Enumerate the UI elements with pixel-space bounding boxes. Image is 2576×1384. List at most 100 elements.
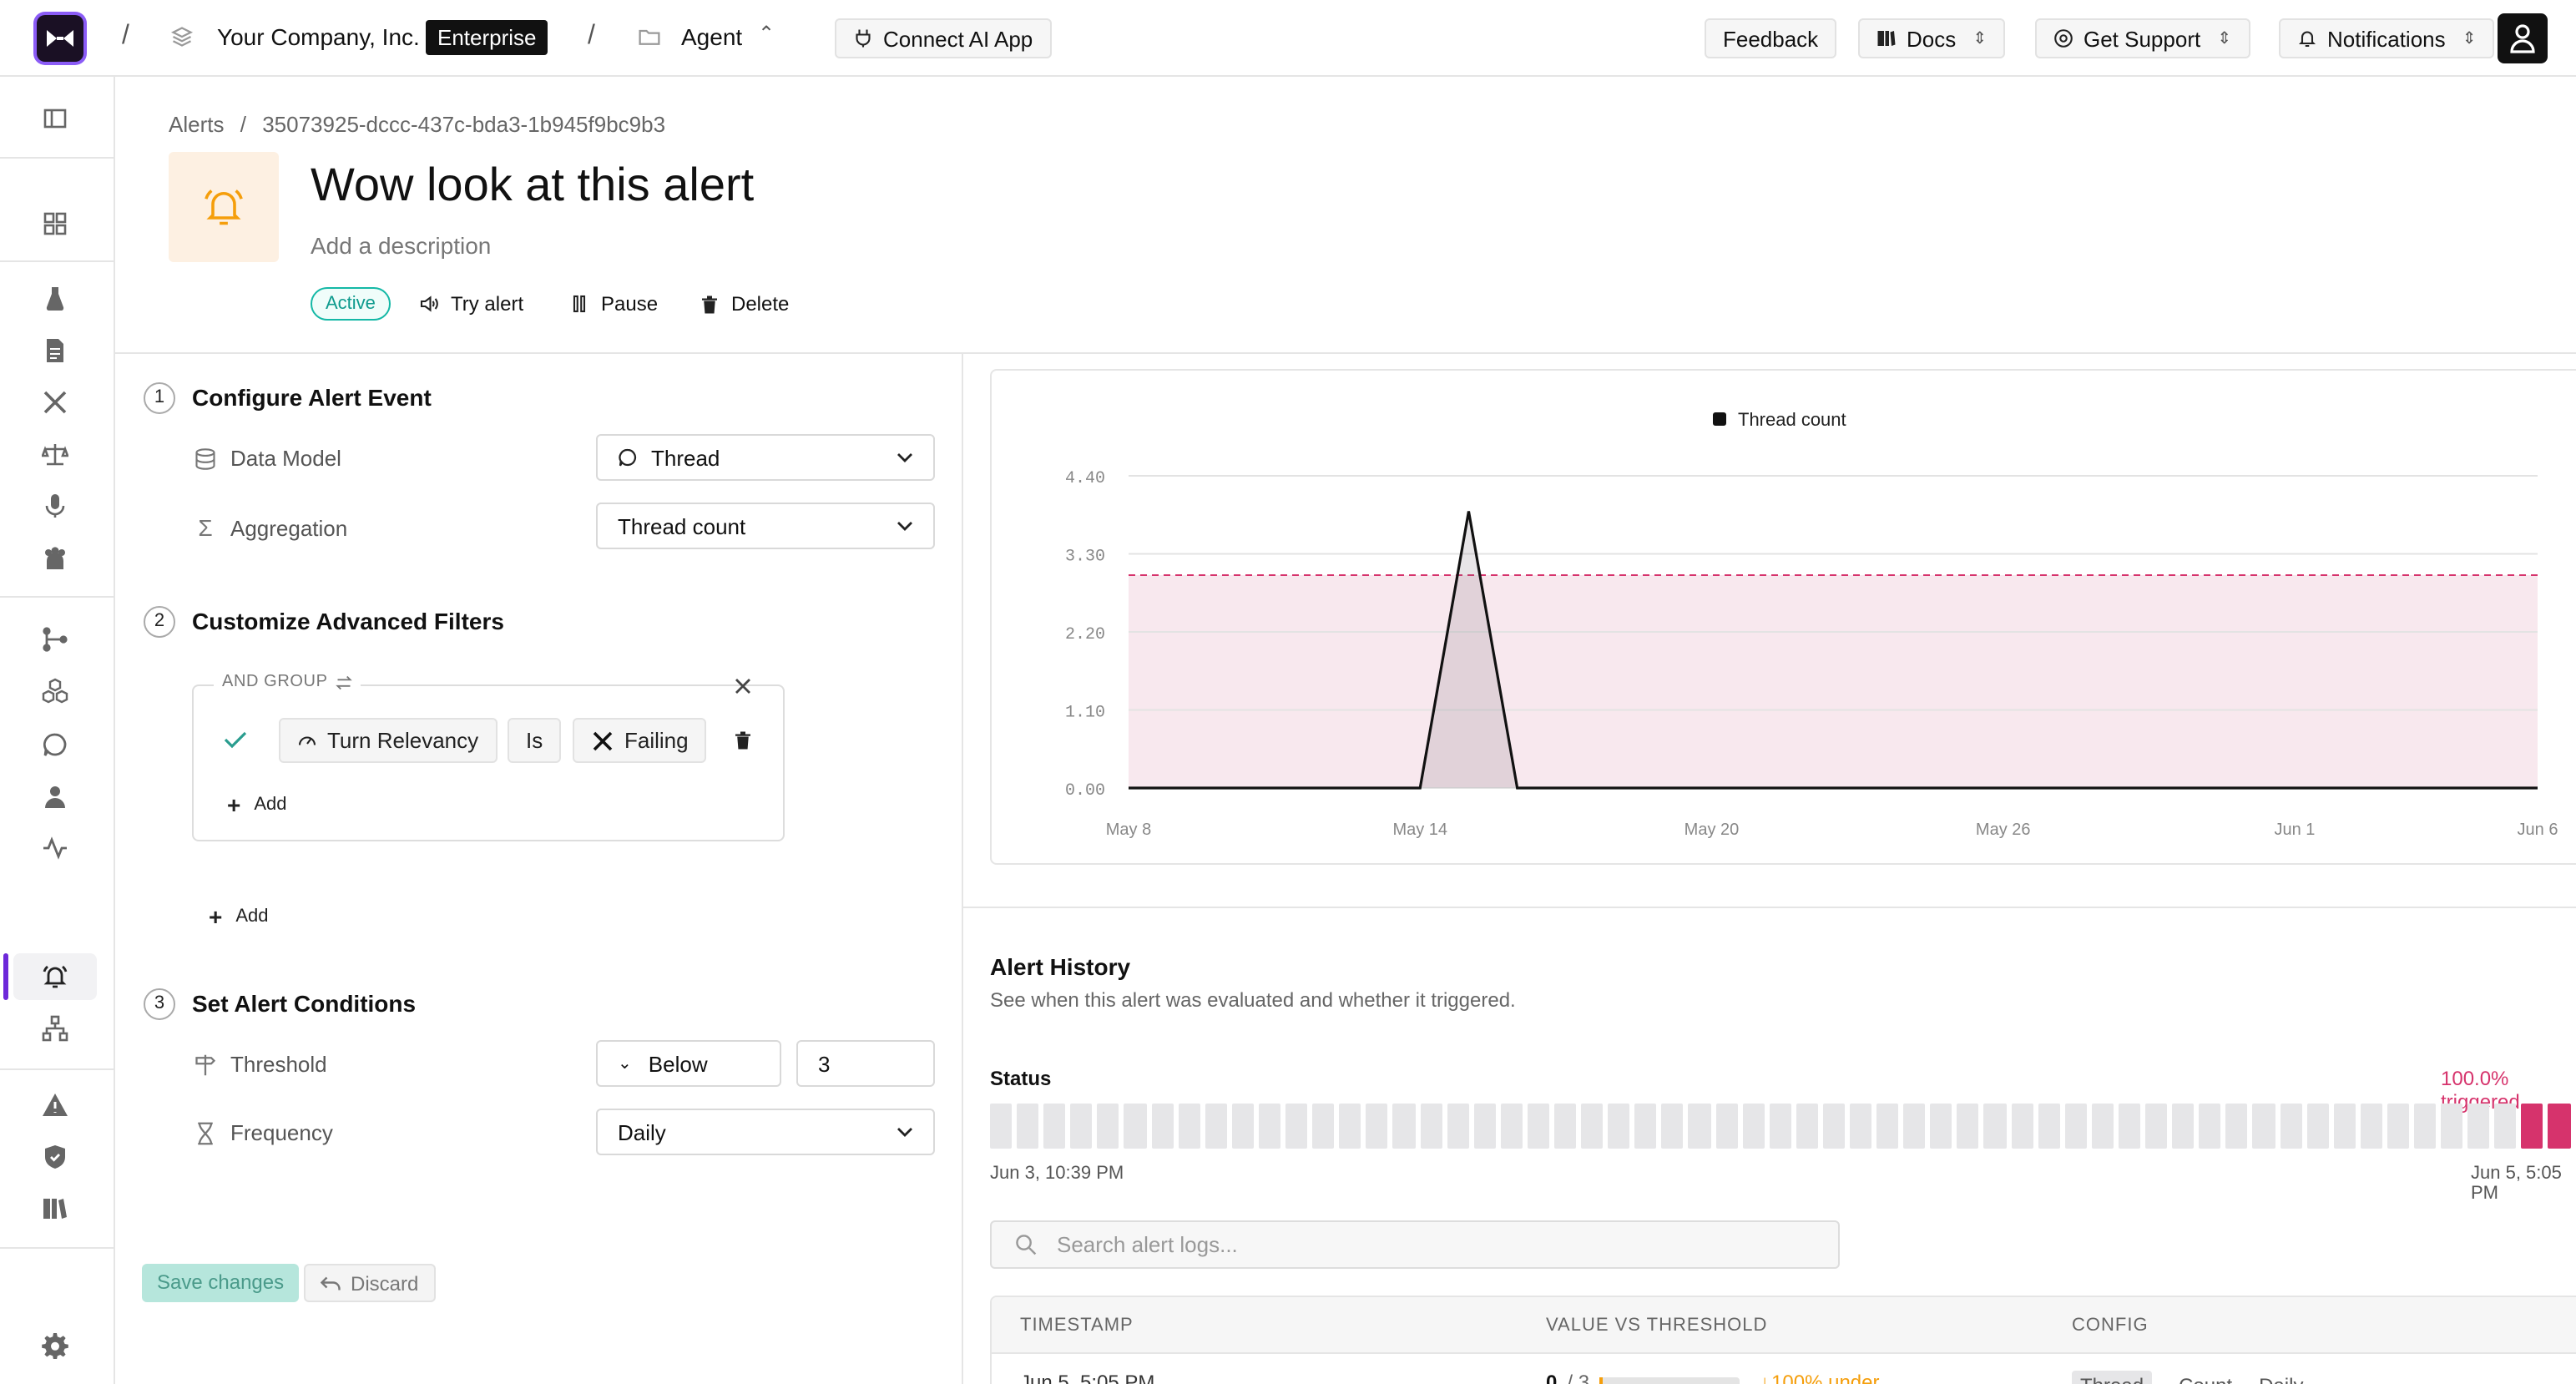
page-title[interactable]: Wow look at this alert [311,159,754,212]
status-bar[interactable] [2064,1104,2087,1149]
status-bar[interactable] [1796,1104,1818,1149]
library-icon[interactable] [37,1190,73,1227]
org-name[interactable]: Your Company, Inc. [217,23,420,50]
delete-button[interactable]: Delete [700,292,789,316]
status-bar[interactable] [1473,1104,1496,1149]
microphone-icon[interactable] [37,487,73,524]
description-field[interactable]: Add a description [311,232,491,259]
activity-icon[interactable] [37,830,73,866]
app-logo[interactable] [37,15,83,62]
filter-value-chip[interactable]: Failing [573,718,707,763]
status-bar[interactable] [2252,1104,2275,1149]
chevron-updown-icon[interactable]: ⌃ [758,22,775,45]
and-group-label[interactable]: AND GROUP [214,673,361,691]
status-bar[interactable] [2172,1104,2195,1149]
threshold-value-input[interactable]: 3 [796,1040,935,1087]
filter-field-chip[interactable]: Turn Relevancy [279,718,498,763]
status-bar[interactable] [1822,1104,1845,1149]
connect-ai-app-button[interactable]: Connect AI App [835,18,1052,58]
status-bar[interactable] [2145,1104,2168,1149]
status-bar[interactable] [1500,1104,1523,1149]
status-bar[interactable] [2011,1104,2033,1149]
breadcrumb-alerts-link[interactable]: Alerts [169,112,224,137]
column-header[interactable]: TIMESTAMP [1020,1297,1134,1354]
status-bar[interactable] [1634,1104,1657,1149]
data-model-select[interactable]: Thread [596,434,935,481]
status-bar[interactable] [1420,1104,1442,1149]
column-header[interactable]: CONFIG [2072,1297,2149,1354]
status-bar[interactable] [1285,1104,1308,1149]
dashboard-icon[interactable] [37,205,73,242]
group-icon[interactable] [37,539,73,576]
user-avatar[interactable] [2498,13,2548,63]
status-bar[interactable] [1205,1104,1227,1149]
notifications-button[interactable]: Notifications ⇕ [2279,18,2495,58]
filter-operator-chip[interactable]: Is [508,718,562,763]
aggregation-select[interactable]: Thread count [596,503,935,549]
status-bar[interactable] [1097,1104,1119,1149]
close-group-icon[interactable] [735,674,751,700]
status-bar[interactable] [2038,1104,2060,1149]
status-bar[interactable] [2306,1104,2329,1149]
chat-bubble-icon[interactable] [37,726,73,763]
status-bar[interactable] [2441,1104,2463,1149]
status-bar[interactable] [1903,1104,1926,1149]
flow-icon[interactable] [37,621,73,658]
alert-bell-icon[interactable] [37,958,73,995]
column-header[interactable]: VALUE VS THRESHOLD [1546,1297,1767,1354]
sidebar-toggle-icon[interactable] [37,100,73,137]
status-bar[interactable] [1850,1104,1872,1149]
status-bar[interactable] [2280,1104,2302,1149]
status-bar[interactable] [1070,1104,1093,1149]
warning-icon[interactable] [37,1087,73,1124]
status-bar[interactable] [2225,1104,2248,1149]
add-filter-button[interactable]: + Add [227,791,287,818]
threshold-operator-select[interactable]: ⌄ Below [596,1040,781,1087]
status-bar[interactable] [1581,1104,1604,1149]
status-bar[interactable] [1553,1104,1577,1149]
flask-icon[interactable] [37,280,73,317]
check-icon[interactable] [224,730,247,755]
status-bar[interactable] [1124,1104,1147,1149]
status-bar[interactable] [1742,1104,1765,1149]
docs-button[interactable]: Docs ⇕ [1858,18,2006,58]
search-alert-logs-input[interactable]: Search alert logs... [990,1220,1840,1269]
status-bar[interactable] [1983,1104,2007,1149]
gear-icon[interactable] [37,1327,73,1364]
status-bar[interactable] [990,1104,1013,1149]
status-bar[interactable] [1688,1104,1711,1149]
status-bar[interactable] [1769,1104,1791,1149]
status-bar[interactable] [1957,1104,1979,1149]
frequency-select[interactable]: Daily [596,1109,935,1155]
status-bar[interactable] [1017,1104,1039,1149]
scale-icon[interactable] [37,436,73,472]
status-bar[interactable] [2387,1104,2409,1149]
status-bar[interactable] [2118,1104,2141,1149]
status-bar[interactable] [1178,1104,1200,1149]
status-bar[interactable] [1930,1104,1952,1149]
status-bar[interactable] [2521,1104,2543,1149]
document-icon[interactable] [37,332,73,369]
pause-button[interactable]: Pause [569,292,658,316]
person-icon[interactable] [37,778,73,815]
shield-icon[interactable] [37,1139,73,1175]
status-bar[interactable] [1312,1104,1335,1149]
discard-button[interactable]: Discard [304,1264,436,1302]
hierarchy-icon[interactable] [37,1010,73,1047]
try-alert-button[interactable]: Try alert [419,292,523,316]
agent-selector[interactable]: Agent [681,23,742,50]
status-bar[interactable] [1608,1104,1630,1149]
status-bar[interactable] [2548,1104,2571,1149]
status-bar[interactable] [2091,1104,2114,1149]
trash-icon[interactable] [733,730,753,756]
save-changes-button[interactable]: Save changes [142,1264,300,1302]
get-support-button[interactable]: Get Support ⇕ [2035,18,2250,58]
status-bar[interactable] [1876,1104,1899,1149]
crossed-swords-icon[interactable] [37,384,73,421]
status-bar[interactable] [2494,1104,2517,1149]
status-bar[interactable] [1392,1104,1415,1149]
status-bar[interactable] [1151,1104,1174,1149]
status-bar[interactable] [1715,1104,1738,1149]
status-bar[interactable] [1447,1104,1469,1149]
status-bar[interactable] [1527,1104,1549,1149]
